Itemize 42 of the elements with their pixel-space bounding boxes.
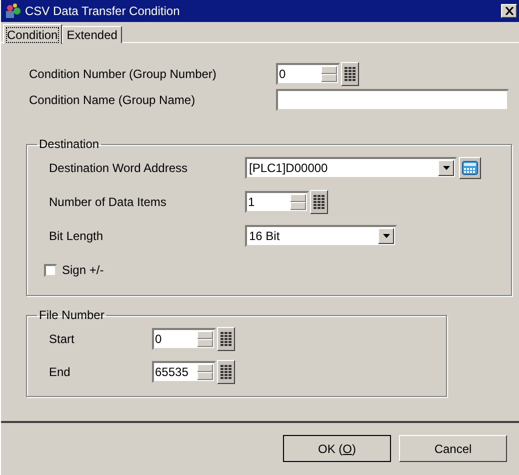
group-title: Destination [38, 137, 100, 151]
keypad-button[interactable] [341, 62, 359, 86]
spin-arrows[interactable] [321, 66, 337, 82]
spin-arrows[interactable] [197, 364, 213, 380]
keypad-icon [220, 330, 232, 346]
checkbox-label: Sign +/- [62, 263, 104, 277]
keypad-button[interactable] [217, 360, 235, 384]
tab[interactable]: Extended [62, 26, 122, 43]
ok-button[interactable]: OK (O) [283, 435, 391, 462]
address-dropdown[interactable]: [PLC1]D00000 [245, 157, 457, 179]
keypad-icon [220, 364, 232, 380]
field-label: Condition Name (Group Name) [29, 93, 196, 107]
bit-length-dropdown[interactable]: 16 Bit [245, 225, 397, 247]
field-label: Condition Number (Group Number) [29, 67, 218, 81]
keypad-icon [313, 194, 325, 210]
close-icon [504, 7, 514, 15]
keypad-icon [344, 66, 356, 82]
spin-arrows[interactable] [197, 330, 213, 346]
spin-arrows[interactable] [290, 194, 306, 210]
number-spin-field[interactable]: 1 [245, 191, 309, 213]
dropdown-arrow-icon [382, 234, 390, 238]
number-spin-field[interactable]: 0 [276, 63, 340, 85]
tab[interactable]: Condition [3, 24, 62, 44]
name-input-field[interactable] [276, 89, 509, 111]
number-spin-field[interactable]: 65535 [152, 360, 216, 382]
window-title: CSV Data Transfer Condition [25, 4, 181, 18]
number-spin-field[interactable]: 0 [152, 328, 216, 350]
keypad-button[interactable] [310, 190, 328, 214]
field-label: End [49, 364, 72, 378]
cancel-button[interactable]: Cancel [399, 435, 507, 462]
checkbox[interactable] [44, 264, 57, 276]
field-label: Number of Data Items [49, 195, 168, 209]
close-button[interactable] [501, 4, 517, 18]
address-input-button[interactable] [459, 157, 481, 179]
calculator-icon [462, 161, 478, 175]
app-icon [5, 3, 21, 19]
dropdown-arrow-icon [442, 166, 450, 170]
field-label: Bit Length [49, 229, 104, 243]
keypad-button[interactable] [217, 326, 235, 350]
field-label: Start [49, 332, 76, 346]
group-title: File Number [38, 308, 106, 322]
field-label: Destination Word Address [49, 161, 189, 175]
